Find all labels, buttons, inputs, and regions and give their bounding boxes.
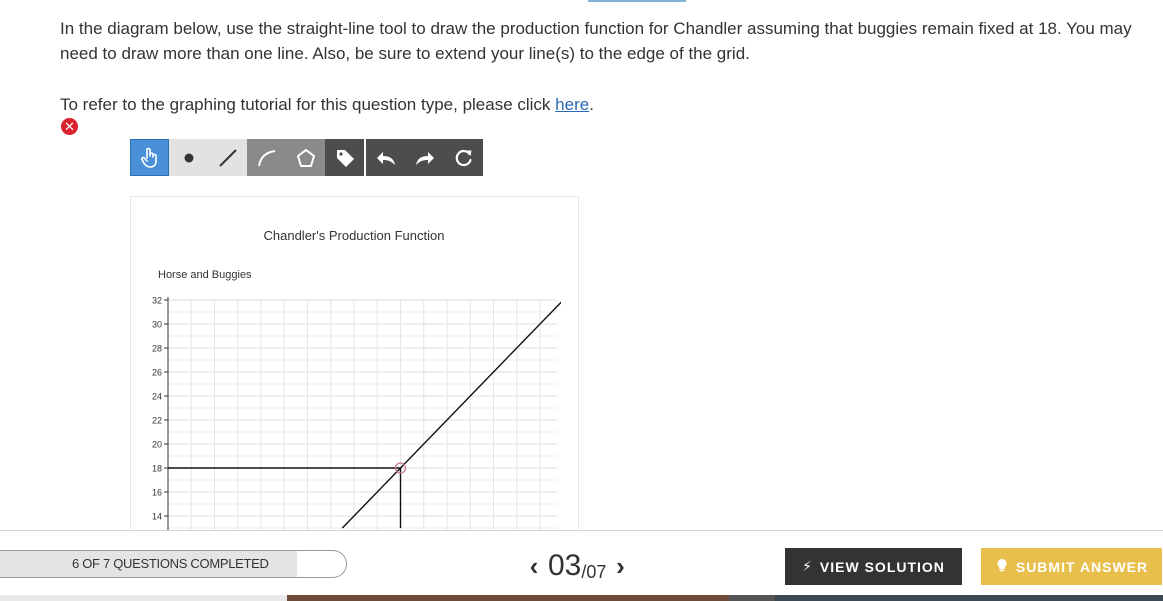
polygon-tool-button[interactable] xyxy=(286,139,325,176)
tag-icon xyxy=(336,149,354,167)
label-tool-button[interactable] xyxy=(325,139,364,176)
lightning-icon: ⚡ xyxy=(802,558,813,574)
production-function-line-3 xyxy=(341,301,561,529)
hand-pointer-icon xyxy=(140,147,157,168)
view-solution-button[interactable]: ⚡ VIEW SOLUTION xyxy=(785,548,962,585)
submit-answer-label: SUBMIT ANSWER xyxy=(1015,558,1149,575)
point-icon xyxy=(184,153,193,162)
next-question-button[interactable]: › xyxy=(606,546,634,586)
bottom-strip-segment xyxy=(287,595,729,601)
line-tool-button[interactable] xyxy=(208,139,247,176)
reset-icon xyxy=(455,149,472,166)
progress-label: 6 OF 7 QUESTIONS COMPLETED xyxy=(72,556,269,571)
y-tick-label: 14 xyxy=(152,512,162,522)
view-solution-label: VIEW SOLUTION xyxy=(819,558,945,575)
y-tick-label: 16 xyxy=(152,488,162,498)
previous-question-button[interactable]: ‹ xyxy=(520,546,548,586)
y-tick-label: 26 xyxy=(152,368,162,378)
undo-button[interactable] xyxy=(366,139,405,176)
y-tick-label: 32 xyxy=(152,296,162,306)
y-tick-label: 28 xyxy=(152,344,162,354)
submit-answer-button[interactable]: SUBMIT ANSWER xyxy=(981,548,1162,585)
bottom-strip-segment xyxy=(729,595,775,601)
line-icon xyxy=(218,148,237,167)
question-pager: ‹ 03 /07 › xyxy=(520,546,634,586)
graph-toolbar xyxy=(130,139,483,176)
reset-button[interactable] xyxy=(444,139,483,176)
y-tick-label: 24 xyxy=(152,392,162,402)
redo-icon xyxy=(415,151,434,165)
error-x-icon: ✕ xyxy=(61,118,78,135)
select-tool-button[interactable] xyxy=(130,139,169,176)
y-tick-label: 22 xyxy=(152,416,162,426)
y-tick-label: 20 xyxy=(152,440,162,450)
curve-icon xyxy=(257,149,275,166)
point-tool-button[interactable] xyxy=(169,139,208,176)
redo-button[interactable] xyxy=(405,139,444,176)
y-tick-label: 18 xyxy=(152,464,162,474)
question-text: In the diagram below, use the straight-l… xyxy=(60,19,1132,63)
tutorial-link[interactable]: here xyxy=(555,95,589,114)
graph-card: Chandler's Production Function Horse and… xyxy=(130,196,580,537)
curve-tool-button[interactable] xyxy=(247,139,286,176)
y-tick-label: 30 xyxy=(152,320,162,330)
bottom-strip-segment xyxy=(775,595,1163,601)
tutorial-text: To refer to the graphing tutorial for th… xyxy=(60,95,594,114)
lightbulb-icon xyxy=(995,558,1009,575)
undo-icon xyxy=(376,151,395,165)
current-question-number: 03 xyxy=(548,549,582,582)
graph-canvas[interactable]: 32 30 28 26 24 22 20 18 16 14 xyxy=(131,197,580,537)
top-accent-bar xyxy=(588,0,686,2)
polygon-icon xyxy=(296,148,315,167)
total-questions: /07 xyxy=(581,561,607,582)
